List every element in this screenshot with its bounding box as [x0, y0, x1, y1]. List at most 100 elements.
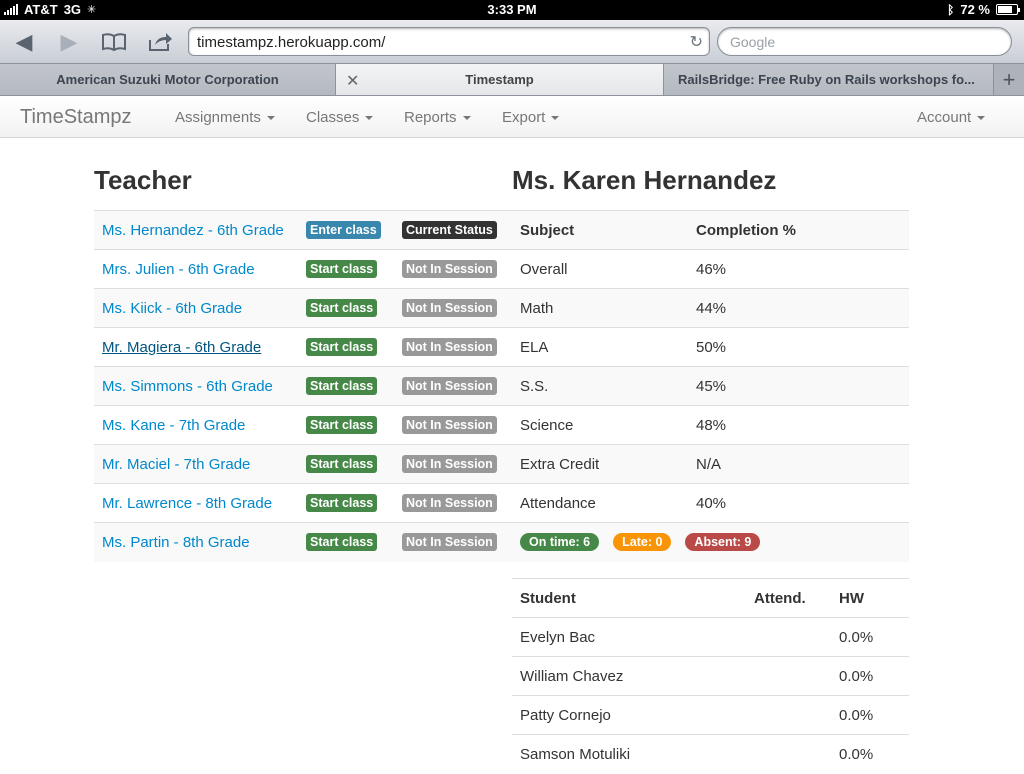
forward-icon[interactable]: ▶	[55, 29, 83, 55]
subject-cell: Science	[512, 405, 688, 445]
reload-icon[interactable]: ↻	[690, 32, 703, 52]
status-badge: Not In Session	[402, 260, 497, 278]
chevron-down-icon	[551, 116, 560, 121]
table-row: Mr. Lawrence - 8th Grade Start class Not I…	[94, 483, 512, 523]
search-input[interactable]: Google	[717, 27, 1012, 56]
completion-cell: 48%	[688, 405, 909, 445]
table-row: Mr. Magiera - 6th Grade Start class Not In…	[94, 327, 512, 367]
student-name: Patty Cornejo	[512, 695, 746, 735]
status-badge: Not In Session	[402, 533, 497, 552]
enter-class-button[interactable]: Enter class	[306, 221, 381, 239]
subject-cell: Extra Credit	[512, 444, 688, 484]
status-badge: Not In Session	[402, 494, 497, 512]
column-header-hw: HW	[831, 578, 909, 618]
teacher-link[interactable]: Mr. Maciel - 7th Grade	[102, 456, 250, 473]
nav-account[interactable]: Account	[917, 109, 986, 126]
subject-table: Subject Completion % Overall 46% Math 44% EL…	[512, 210, 909, 562]
start-class-button[interactable]: Start class	[306, 533, 378, 552]
teacher-link[interactable]: Mr. Lawrence - 8th Grade	[102, 495, 272, 512]
table-row: Ms. Partin - 8th Grade Start class Not In …	[94, 522, 512, 562]
teacher-link[interactable]: Ms. Simmons - 6th Grade	[102, 378, 273, 395]
teacher-link[interactable]: Mr. Magiera - 6th Grade	[102, 339, 261, 356]
subject-cell: S.S.	[512, 366, 688, 406]
completion-cell: 50%	[688, 327, 909, 367]
share-icon[interactable]	[146, 29, 174, 55]
new-tab-icon[interactable]: +	[994, 64, 1024, 95]
student-table: Student Attend. HW Evelyn Bac 0.0% William…	[512, 578, 909, 774]
column-header-subject: Subject	[512, 210, 688, 250]
status-badge: Not In Session	[402, 416, 497, 434]
class-teacher-heading: Ms. Karen Hernandez	[512, 165, 777, 195]
teacher-link[interactable]: Ms. Hernandez - 6th Grade	[102, 222, 284, 239]
subject-cell: Overall	[512, 249, 688, 289]
start-class-button[interactable]: Start class	[306, 260, 378, 278]
table-row: Attendance 40%	[512, 483, 909, 523]
absent-badge: Absent: 9	[685, 533, 761, 552]
start-class-button[interactable]: Start class	[306, 299, 378, 317]
column-header-student: Student	[512, 578, 746, 618]
completion-cell: 46%	[688, 249, 909, 289]
subject-cell: Attendance	[512, 483, 688, 523]
nav-export[interactable]: Export	[502, 109, 560, 126]
table-row: Ms. Hernandez - 6th Grade Enter class Curr…	[94, 210, 512, 250]
teacher-link[interactable]: Ms. Kane - 7th Grade	[102, 417, 245, 434]
app-navbar: TimeStampz Assignments Classes Reports E…	[0, 96, 1024, 138]
table-row: Mrs. Julien - 6th Grade Start class Not In…	[94, 249, 512, 289]
start-class-button[interactable]: Start class	[306, 494, 378, 512]
hw-cell: 0.0%	[831, 695, 909, 735]
table-row: Math 44%	[512, 288, 909, 328]
browser-toolbar: ◀ ▶ timestampz.herokuapp.com/ ↻ Google	[0, 20, 1024, 64]
back-icon[interactable]: ◀	[10, 29, 38, 55]
start-class-button[interactable]: Start class	[306, 416, 378, 434]
nav-classes[interactable]: Classes	[306, 109, 374, 126]
completion-cell: N/A	[688, 444, 909, 484]
table-row: S.S. 45%	[512, 366, 909, 406]
start-class-button[interactable]: Start class	[306, 338, 378, 356]
attend-cell	[746, 656, 831, 696]
table-row: Overall 46%	[512, 249, 909, 289]
teacher-table: Ms. Hernandez - 6th Grade Enter class Curr…	[94, 210, 512, 562]
table-row: Extra Credit N/A	[512, 444, 909, 484]
table-header-row: Student Attend. HW	[512, 578, 909, 618]
browser-tabs: American Suzuki Motor Corporation ✕ Time…	[0, 64, 1024, 96]
bluetooth-icon: ᛒ	[947, 2, 955, 17]
table-row: Mr. Maciel - 7th Grade Start class Not In …	[94, 444, 512, 484]
student-name: Evelyn Bac	[512, 617, 746, 657]
status-badge: Not In Session	[402, 455, 497, 473]
url-text: timestampz.herokuapp.com/	[197, 34, 386, 51]
table-row: Science 48%	[512, 405, 909, 445]
teacher-link[interactable]: Ms. Partin - 8th Grade	[102, 534, 250, 551]
completion-cell: 45%	[688, 366, 909, 406]
table-row: ELA 50%	[512, 327, 909, 367]
table-row: William Chavez 0.0%	[512, 656, 909, 696]
student-name: William Chavez	[512, 656, 746, 696]
start-class-button[interactable]: Start class	[306, 377, 378, 395]
status-badge: Not In Session	[402, 299, 497, 317]
column-header-attend: Attend.	[746, 578, 831, 618]
teacher-link[interactable]: Ms. Kiick - 6th Grade	[102, 300, 242, 317]
tab-timestamp[interactable]: ✕ Timestamp	[336, 64, 664, 95]
table-header-row: Subject Completion %	[512, 210, 909, 250]
completion-cell: 40%	[688, 483, 909, 523]
teacher-link[interactable]: Mrs. Julien - 6th Grade	[102, 261, 255, 278]
column-header-completion: Completion %	[688, 210, 909, 250]
url-bar[interactable]: timestampz.herokuapp.com/ ↻	[188, 27, 710, 56]
completion-cell: 44%	[688, 288, 909, 328]
teacher-heading: Teacher	[94, 165, 192, 195]
table-row: Patty Cornejo 0.0%	[512, 695, 909, 735]
nav-reports[interactable]: Reports	[404, 109, 471, 126]
chevron-down-icon	[266, 116, 275, 121]
status-badge: Not In Session	[402, 377, 497, 395]
attend-cell	[746, 695, 831, 735]
brand[interactable]: TimeStampz	[20, 106, 132, 129]
hw-cell: 0.0%	[831, 656, 909, 696]
battery-icon	[996, 4, 1020, 15]
bookmarks-icon[interactable]	[100, 29, 128, 55]
subject-cell: ELA	[512, 327, 688, 367]
attendance-badges-row: On time: 6 Late: 0 Absent: 9	[512, 522, 909, 562]
nav-assignments[interactable]: Assignments	[175, 109, 275, 126]
close-tab-icon[interactable]: ✕	[346, 71, 359, 91]
tab-railsbridge[interactable]: RailsBridge: Free Ruby on Rails workshop…	[664, 64, 994, 95]
tab-suzuki[interactable]: American Suzuki Motor Corporation	[0, 64, 336, 95]
start-class-button[interactable]: Start class	[306, 455, 378, 473]
